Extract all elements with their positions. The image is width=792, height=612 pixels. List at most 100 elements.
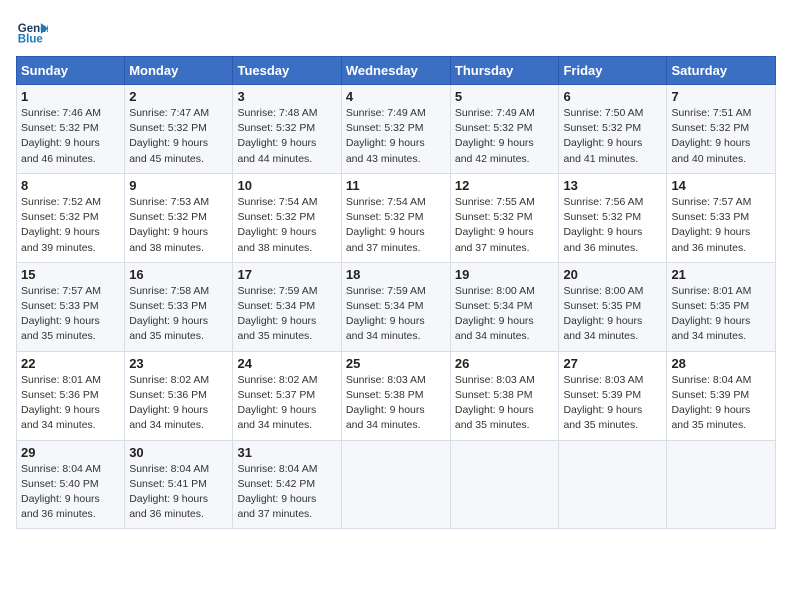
day-detail: Sunrise: 7:54 AM Sunset: 5:32 PM Dayligh… — [237, 195, 336, 256]
day-detail: Sunrise: 7:48 AM Sunset: 5:32 PM Dayligh… — [237, 106, 336, 167]
calendar-cell: 19 Sunrise: 8:00 AM Sunset: 5:34 PM Dayli… — [450, 262, 559, 351]
day-detail: Sunrise: 8:03 AM Sunset: 5:38 PM Dayligh… — [346, 373, 446, 434]
calendar-cell: 23 Sunrise: 8:02 AM Sunset: 5:36 PM Dayli… — [125, 351, 233, 440]
calendar-cell: 16 Sunrise: 7:58 AM Sunset: 5:33 PM Dayli… — [125, 262, 233, 351]
day-number: 15 — [21, 267, 120, 282]
day-number: 4 — [346, 89, 446, 104]
day-detail: Sunrise: 8:04 AM Sunset: 5:41 PM Dayligh… — [129, 462, 228, 523]
col-header-sunday: Sunday — [17, 57, 125, 85]
day-detail: Sunrise: 8:02 AM Sunset: 5:36 PM Dayligh… — [129, 373, 228, 434]
day-detail: Sunrise: 8:00 AM Sunset: 5:35 PM Dayligh… — [563, 284, 662, 345]
day-number: 9 — [129, 178, 228, 193]
calendar-cell: 20 Sunrise: 8:00 AM Sunset: 5:35 PM Dayli… — [559, 262, 667, 351]
calendar-week-row: 1 Sunrise: 7:46 AM Sunset: 5:32 PM Daylig… — [17, 85, 776, 174]
day-detail: Sunrise: 8:02 AM Sunset: 5:37 PM Dayligh… — [237, 373, 336, 434]
day-detail: Sunrise: 7:55 AM Sunset: 5:32 PM Dayligh… — [455, 195, 555, 256]
calendar-cell — [667, 440, 776, 529]
day-detail: Sunrise: 8:03 AM Sunset: 5:39 PM Dayligh… — [563, 373, 662, 434]
calendar-week-row: 29 Sunrise: 8:04 AM Sunset: 5:40 PM Dayli… — [17, 440, 776, 529]
col-header-saturday: Saturday — [667, 57, 776, 85]
day-number: 22 — [21, 356, 120, 371]
day-detail: Sunrise: 7:49 AM Sunset: 5:32 PM Dayligh… — [346, 106, 446, 167]
day-number: 7 — [671, 89, 771, 104]
calendar-table: SundayMondayTuesdayWednesdayThursdayFrid… — [16, 56, 776, 529]
day-number: 20 — [563, 267, 662, 282]
calendar-cell: 8Sunrise: 7:52 AM Sunset: 5:32 PM Daylig… — [17, 173, 125, 262]
calendar-cell: 27 Sunrise: 8:03 AM Sunset: 5:39 PM Dayli… — [559, 351, 667, 440]
calendar-cell: 11 Sunrise: 7:54 AM Sunset: 5:32 PM Dayli… — [341, 173, 450, 262]
calendar-week-row: 8Sunrise: 7:52 AM Sunset: 5:32 PM Daylig… — [17, 173, 776, 262]
day-detail: Sunrise: 7:57 AM Sunset: 5:33 PM Dayligh… — [671, 195, 771, 256]
day-number: 18 — [346, 267, 446, 282]
calendar-week-row: 22 Sunrise: 8:01 AM Sunset: 5:36 PM Dayli… — [17, 351, 776, 440]
day-detail: Sunrise: 7:56 AM Sunset: 5:32 PM Dayligh… — [563, 195, 662, 256]
col-header-wednesday: Wednesday — [341, 57, 450, 85]
day-detail: Sunrise: 8:01 AM Sunset: 5:36 PM Dayligh… — [21, 373, 120, 434]
day-number: 13 — [563, 178, 662, 193]
day-number: 19 — [455, 267, 555, 282]
day-detail: Sunrise: 7:59 AM Sunset: 5:34 PM Dayligh… — [346, 284, 446, 345]
day-number: 5 — [455, 89, 555, 104]
calendar-cell: 18 Sunrise: 7:59 AM Sunset: 5:34 PM Dayli… — [341, 262, 450, 351]
calendar-cell — [450, 440, 559, 529]
day-detail: Sunrise: 7:49 AM Sunset: 5:32 PM Dayligh… — [455, 106, 555, 167]
calendar-cell: 31 Sunrise: 8:04 AM Sunset: 5:42 PM Dayli… — [233, 440, 341, 529]
day-number: 11 — [346, 178, 446, 193]
page-header: General Blue — [16, 16, 776, 48]
calendar-cell: 2 Sunrise: 7:47 AM Sunset: 5:32 PM Daylig… — [125, 85, 233, 174]
calendar-cell: 3 Sunrise: 7:48 AM Sunset: 5:32 PM Daylig… — [233, 85, 341, 174]
day-number: 31 — [237, 445, 336, 460]
day-number: 30 — [129, 445, 228, 460]
day-number: 27 — [563, 356, 662, 371]
calendar-cell: 7 Sunrise: 7:51 AM Sunset: 5:32 PM Daylig… — [667, 85, 776, 174]
day-detail: Sunrise: 8:04 AM Sunset: 5:42 PM Dayligh… — [237, 462, 336, 523]
calendar-cell: 1 Sunrise: 7:46 AM Sunset: 5:32 PM Daylig… — [17, 85, 125, 174]
calendar-cell: 22 Sunrise: 8:01 AM Sunset: 5:36 PM Dayli… — [17, 351, 125, 440]
calendar-cell: 9 Sunrise: 7:53 AM Sunset: 5:32 PM Daylig… — [125, 173, 233, 262]
day-detail: Sunrise: 7:51 AM Sunset: 5:32 PM Dayligh… — [671, 106, 771, 167]
calendar-cell: 12Sunrise: 7:55 AM Sunset: 5:32 PM Dayli… — [450, 173, 559, 262]
day-detail: Sunrise: 7:54 AM Sunset: 5:32 PM Dayligh… — [346, 195, 446, 256]
day-detail: Sunrise: 7:53 AM Sunset: 5:32 PM Dayligh… — [129, 195, 228, 256]
calendar-week-row: 15Sunrise: 7:57 AM Sunset: 5:33 PM Dayli… — [17, 262, 776, 351]
day-detail: Sunrise: 8:04 AM Sunset: 5:40 PM Dayligh… — [21, 462, 120, 523]
calendar-cell: 4 Sunrise: 7:49 AM Sunset: 5:32 PM Daylig… — [341, 85, 450, 174]
day-number: 21 — [671, 267, 771, 282]
calendar-cell: 6 Sunrise: 7:50 AM Sunset: 5:32 PM Daylig… — [559, 85, 667, 174]
day-detail: Sunrise: 7:46 AM Sunset: 5:32 PM Dayligh… — [21, 106, 120, 167]
calendar-cell: 29 Sunrise: 8:04 AM Sunset: 5:40 PM Dayli… — [17, 440, 125, 529]
day-detail: Sunrise: 7:52 AM Sunset: 5:32 PM Dayligh… — [21, 195, 120, 256]
day-detail: Sunrise: 8:00 AM Sunset: 5:34 PM Dayligh… — [455, 284, 555, 345]
calendar-cell — [341, 440, 450, 529]
svg-text:Blue: Blue — [18, 34, 44, 46]
day-number: 16 — [129, 267, 228, 282]
day-detail: Sunrise: 8:03 AM Sunset: 5:38 PM Dayligh… — [455, 373, 555, 434]
col-header-monday: Monday — [125, 57, 233, 85]
day-number: 1 — [21, 89, 120, 104]
day-number: 2 — [129, 89, 228, 104]
calendar-cell: 17Sunrise: 7:59 AM Sunset: 5:34 PM Dayli… — [233, 262, 341, 351]
day-number: 26 — [455, 356, 555, 371]
day-detail: Sunrise: 7:47 AM Sunset: 5:32 PM Dayligh… — [129, 106, 228, 167]
day-detail: Sunrise: 7:59 AM Sunset: 5:34 PM Dayligh… — [237, 284, 336, 345]
day-number: 14 — [671, 178, 771, 193]
col-header-tuesday: Tuesday — [233, 57, 341, 85]
day-detail: Sunrise: 7:50 AM Sunset: 5:32 PM Dayligh… — [563, 106, 662, 167]
calendar-cell: 10Sunrise: 7:54 AM Sunset: 5:32 PM Dayli… — [233, 173, 341, 262]
day-detail: Sunrise: 8:01 AM Sunset: 5:35 PM Dayligh… — [671, 284, 771, 345]
day-number: 24 — [237, 356, 336, 371]
day-number: 28 — [671, 356, 771, 371]
day-detail: Sunrise: 8:04 AM Sunset: 5:39 PM Dayligh… — [671, 373, 771, 434]
calendar-cell: 14 Sunrise: 7:57 AM Sunset: 5:33 PM Dayli… — [667, 173, 776, 262]
day-detail: Sunrise: 7:58 AM Sunset: 5:33 PM Dayligh… — [129, 284, 228, 345]
day-number: 3 — [237, 89, 336, 104]
logo: General Blue — [16, 16, 52, 48]
calendar-cell: 15Sunrise: 7:57 AM Sunset: 5:33 PM Dayli… — [17, 262, 125, 351]
day-number: 25 — [346, 356, 446, 371]
calendar-header-row: SundayMondayTuesdayWednesdayThursdayFrid… — [17, 57, 776, 85]
day-number: 6 — [563, 89, 662, 104]
calendar-cell: 26 Sunrise: 8:03 AM Sunset: 5:38 PM Dayli… — [450, 351, 559, 440]
day-number: 29 — [21, 445, 120, 460]
col-header-friday: Friday — [559, 57, 667, 85]
day-number: 23 — [129, 356, 228, 371]
